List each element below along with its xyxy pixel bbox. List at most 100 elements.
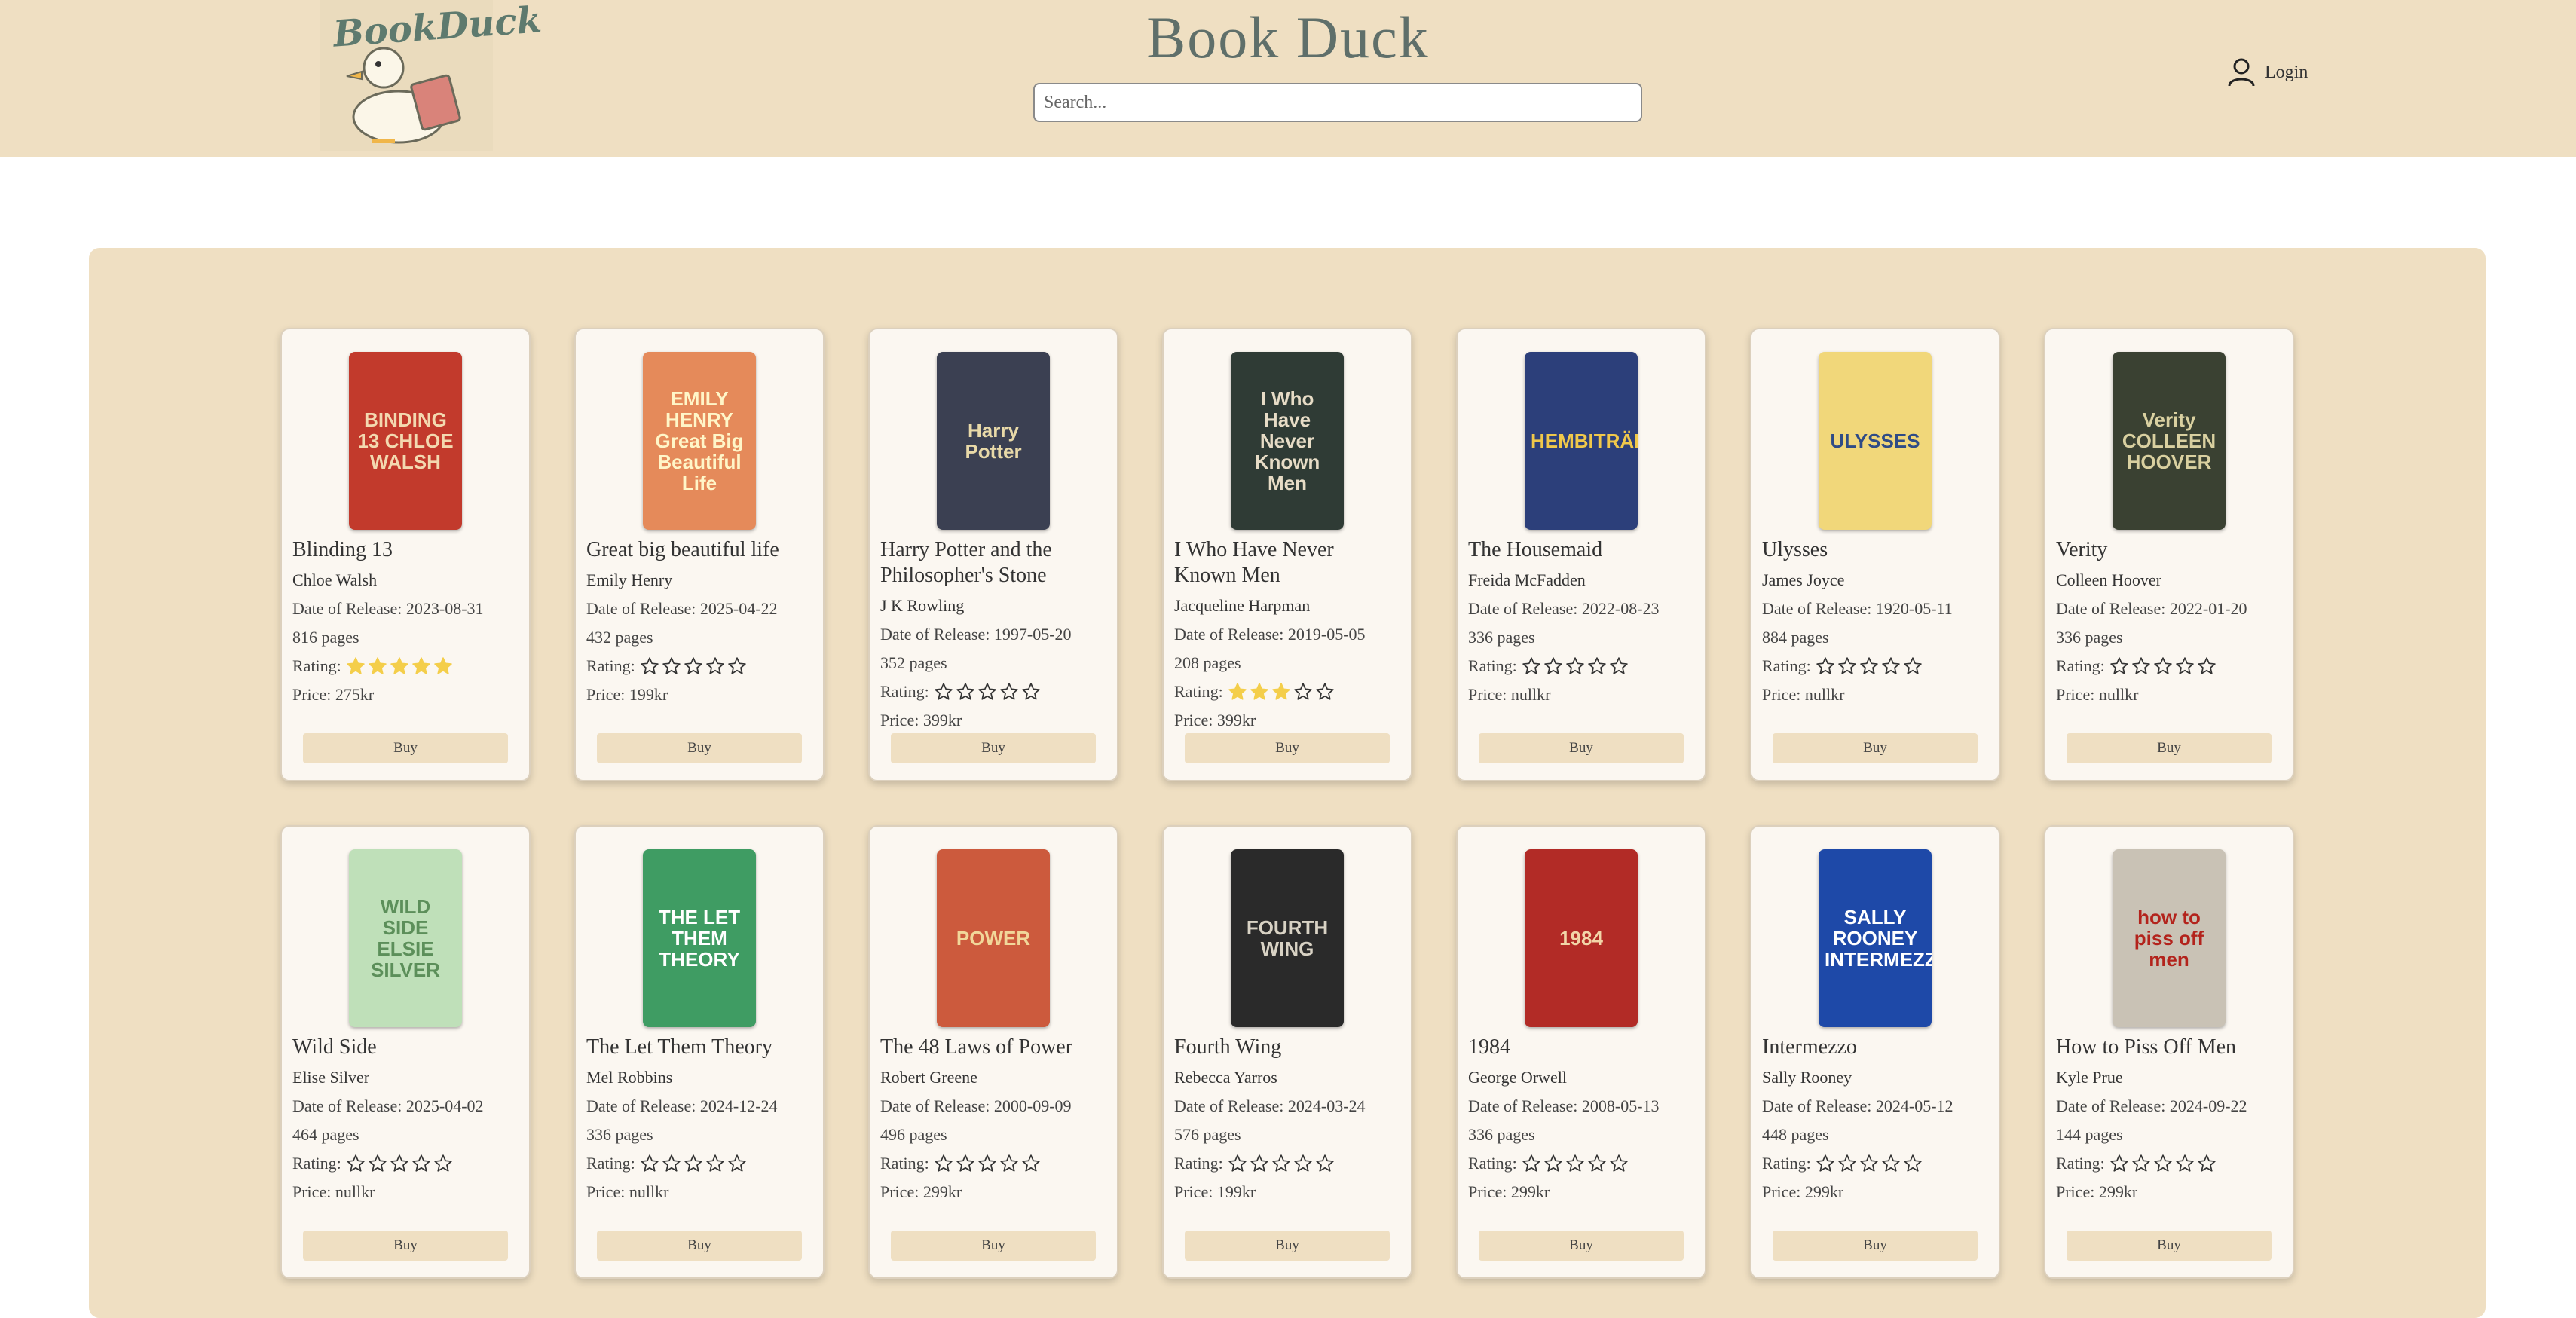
book-pages: 448 pages — [1762, 1125, 1988, 1145]
book-card[interactable]: WILD SIDE ELSIE SILVER Wild Side Elise Sil… — [280, 825, 531, 1279]
book-card[interactable]: Harry Potter Harry Potter and the Philoso… — [868, 328, 1118, 781]
book-card[interactable]: ULYSSES Ulysses James Joyce Date of Release… — [1750, 328, 2000, 781]
book-cover-image[interactable]: HEMBITRÄDET — [1525, 352, 1638, 530]
price-currency: kr — [361, 1182, 375, 1201]
book-price: Price: 299kr — [880, 1182, 1106, 1202]
book-card[interactable]: 1984 1984 George Orwell Date of Release: 20… — [1456, 825, 1706, 1279]
star-empty-icon — [1882, 1154, 1900, 1172]
release-label: Date of Release: — [2056, 1096, 2170, 1115]
rating-label: Rating: — [1762, 1154, 1811, 1173]
buy-button[interactable]: Buy — [1479, 733, 1684, 763]
rating-stars — [346, 656, 453, 676]
book-title: Wild Side — [292, 1035, 377, 1059]
buy-button[interactable]: Buy — [597, 1231, 802, 1261]
book-pages: 336 pages — [586, 1125, 812, 1145]
book-card[interactable]: BINDING 13 CHLOE WALSH Blinding 13 Chloe W… — [280, 328, 531, 781]
book-cover-image[interactable]: THE LET THEM THEORY — [643, 849, 756, 1027]
book-card[interactable]: EMILY HENRY Great Big Beautiful Life Grea… — [574, 328, 825, 781]
rating-stars — [2109, 1154, 2217, 1173]
cover-text: SALLY ROONEY INTERMEZZO — [1825, 906, 1932, 971]
buy-button[interactable]: Buy — [891, 1231, 1096, 1261]
book-cover-image[interactable]: EMILY HENRY Great Big Beautiful Life — [643, 352, 756, 530]
buy-button[interactable]: Buy — [1773, 1231, 1978, 1261]
release-value: 2008-05-13 — [1581, 1096, 1660, 1115]
release-value: 1920-05-11 — [1875, 599, 1953, 618]
buy-button[interactable]: Buy — [2067, 733, 2272, 763]
book-author: Mel Robbins — [586, 1068, 673, 1087]
book-price: Price: nullkr — [1468, 685, 1694, 705]
buy-button[interactable]: Buy — [1479, 1231, 1684, 1261]
search-input[interactable] — [1033, 83, 1642, 122]
book-pages: 144 pages — [2056, 1125, 2282, 1145]
price-currency: kr — [947, 711, 962, 729]
login-label: Login — [2265, 62, 2308, 82]
book-author: Elise Silver — [292, 1068, 370, 1087]
price-currency: kr — [1829, 1182, 1844, 1201]
buy-button[interactable]: Buy — [1185, 1231, 1390, 1261]
book-title: The 48 Laws of Power — [880, 1035, 1073, 1059]
price-currency: kr — [1537, 685, 1551, 704]
buy-button[interactable]: Buy — [1773, 733, 1978, 763]
rating-label: Rating: — [1174, 1154, 1223, 1173]
price-label: Price: — [1468, 1182, 1511, 1201]
book-cover-image[interactable]: how to piss off men — [2113, 849, 2226, 1027]
star-empty-icon — [1860, 657, 1878, 674]
book-cover-image[interactable]: FOURTH WING — [1231, 849, 1344, 1027]
release-value: 2024-05-12 — [1875, 1096, 1953, 1115]
star-empty-icon — [1000, 1154, 1018, 1172]
book-card[interactable]: Verity COLLEEN HOOVER Verity Colleen Hoove… — [2044, 328, 2294, 781]
book-cover-image[interactable]: SALLY ROONEY INTERMEZZO — [1819, 849, 1932, 1027]
buy-button[interactable]: Buy — [1185, 733, 1390, 763]
star-empty-icon — [390, 1154, 408, 1172]
release-value: 2019-05-05 — [1287, 625, 1366, 644]
release-value: 2025-04-22 — [699, 599, 778, 618]
pages-value: 208 — [1174, 653, 1199, 672]
book-title: The Let Them Theory — [586, 1035, 772, 1059]
buy-button[interactable]: Buy — [303, 733, 508, 763]
buy-button[interactable]: Buy — [891, 733, 1096, 763]
book-pages: 336 pages — [1468, 1125, 1694, 1145]
cover-text: HEMBITRÄDET — [1531, 430, 1638, 452]
buy-button[interactable]: Buy — [597, 733, 802, 763]
book-rating: Rating: — [1174, 1154, 1400, 1173]
cover-text: POWER — [956, 927, 1031, 950]
buy-button[interactable]: Buy — [303, 1231, 508, 1261]
book-card[interactable]: THE LET THEM THEORY The Let Them Theory Me… — [574, 825, 825, 1279]
book-cover-image[interactable]: BINDING 13 CHLOE WALSH — [349, 352, 462, 530]
star-empty-icon — [1294, 683, 1312, 700]
book-card[interactable]: POWER The 48 Laws of Power Robert Greene Da… — [868, 825, 1118, 1279]
release-label: Date of Release: — [1762, 1096, 1876, 1115]
price-currency: kr — [653, 685, 668, 704]
book-rating: Rating: — [2056, 656, 2282, 676]
price-currency: kr — [655, 1182, 669, 1201]
rating-label: Rating: — [292, 1154, 341, 1173]
star-empty-icon — [1000, 683, 1018, 700]
book-pages: 208 pages — [1174, 653, 1400, 673]
book-card[interactable]: SALLY ROONEY INTERMEZZO Intermezzo Sally R… — [1750, 825, 2000, 1279]
star-empty-icon — [1904, 657, 1922, 674]
star-empty-icon — [347, 1154, 365, 1172]
book-card[interactable]: HEMBITRÄDET The Housemaid Freida McFadden D… — [1456, 328, 1706, 781]
price-value: 199 — [629, 685, 654, 704]
rating-label: Rating: — [1468, 1154, 1517, 1173]
book-cover-image[interactable]: POWER — [937, 849, 1050, 1027]
book-card[interactable]: how to piss off men How to Piss Off Men Ky… — [2044, 825, 2294, 1279]
book-rating: Rating: — [1762, 1154, 1988, 1173]
book-release-date: Date of Release: 2024-09-22 — [2056, 1096, 2282, 1116]
book-cover-image[interactable]: 1984 — [1525, 849, 1638, 1027]
book-cover-image[interactable]: I Who Have Never Known Men — [1231, 352, 1344, 530]
book-cover-image[interactable]: WILD SIDE ELSIE SILVER — [349, 849, 462, 1027]
book-card[interactable]: FOURTH WING Fourth Wing Rebecca Yarros Date… — [1162, 825, 1412, 1279]
login-button[interactable]: Login — [2227, 57, 2308, 87]
star-empty-icon — [978, 1154, 996, 1172]
book-cover-image[interactable]: Harry Potter — [937, 352, 1050, 530]
pages-label: pages — [1787, 628, 1829, 647]
book-cover-image[interactable]: Verity COLLEEN HOOVER — [2113, 352, 2226, 530]
book-cover-image[interactable]: ULYSSES — [1819, 352, 1932, 530]
book-author: J K Rowling — [880, 596, 965, 615]
book-title: I Who Have Never Known Men — [1174, 538, 1334, 587]
star-empty-icon — [1610, 1154, 1628, 1172]
rating-stars — [1816, 1154, 1923, 1173]
book-card[interactable]: I Who Have Never Known Men I Who Have Nev… — [1162, 328, 1412, 781]
buy-button[interactable]: Buy — [2067, 1231, 2272, 1261]
